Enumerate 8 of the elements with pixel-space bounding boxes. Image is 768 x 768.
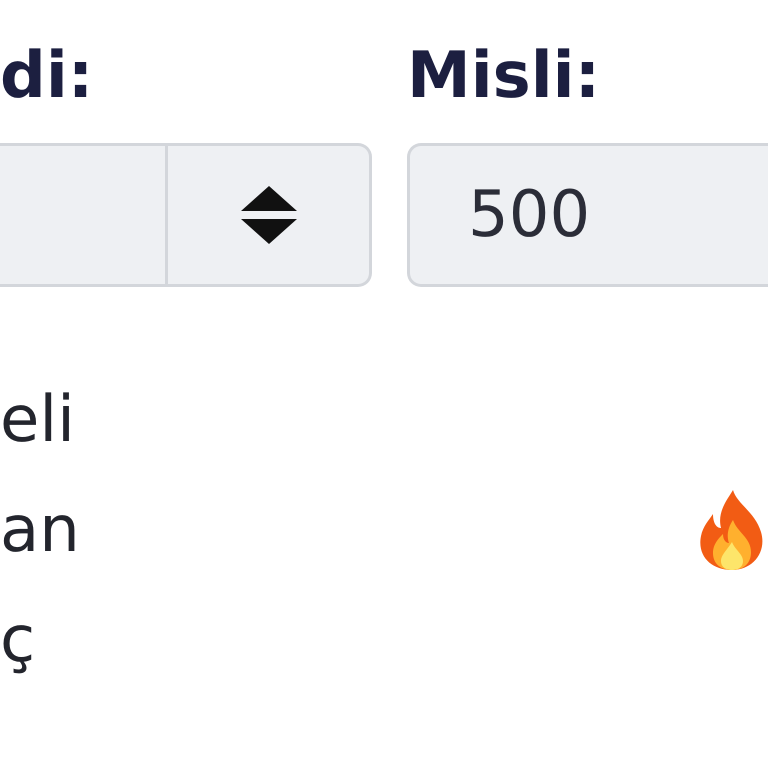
field-label: di: <box>0 38 94 115</box>
list-item-text: ç <box>0 602 36 679</box>
list-item-text: eli <box>0 382 75 459</box>
list-item-text: an <box>0 492 80 569</box>
up-down-caret-icon <box>240 186 296 244</box>
number-field[interactable]: 500 <box>407 142 768 287</box>
select-field[interactable] <box>0 142 372 287</box>
field-label: Misli: <box>407 38 600 115</box>
